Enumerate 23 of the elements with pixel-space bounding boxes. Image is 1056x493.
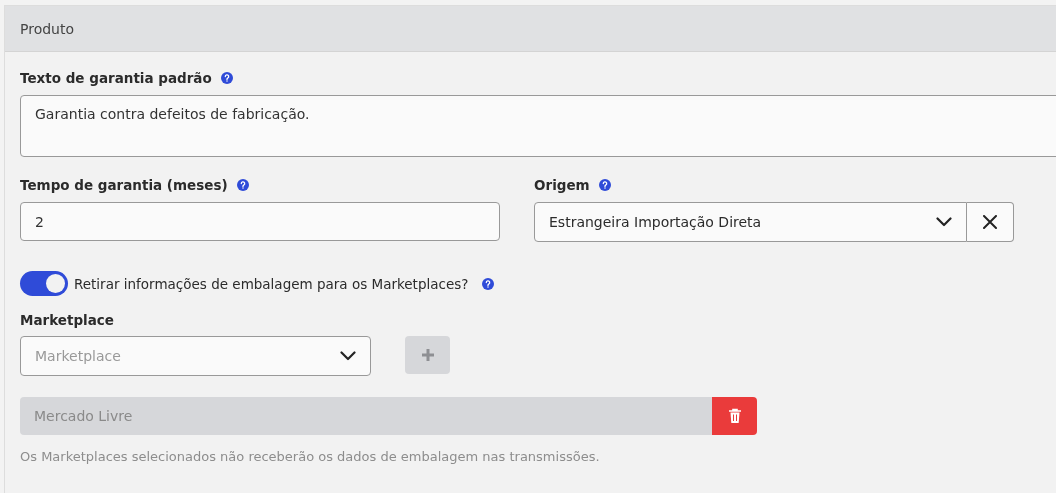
field-label: Texto de garantia padrão: [20, 70, 212, 86]
help-icon[interactable]: [482, 277, 495, 290]
help-text: Os Marketplaces selecionados não receberão os dados de embalagem nas transmissões.: [20, 449, 601, 464]
close-icon: [983, 215, 997, 229]
panel-header: Produto: [5, 6, 1056, 52]
field-label: Origem: [534, 177, 590, 193]
field-label: Tempo de garantia (meses): [20, 177, 228, 193]
delete-button[interactable]: [712, 397, 757, 435]
chevron-down-icon: [936, 217, 952, 227]
toggle-label: Retirar informações de embalagem para os Marketplaces?: [74, 275, 469, 292]
chevron-down-icon: [340, 351, 356, 361]
trash-icon: [727, 408, 742, 424]
plus-icon: [420, 348, 435, 362]
origin-select[interactable]: Estrangeira Importação Direta: [534, 202, 967, 242]
help-icon[interactable]: [236, 179, 249, 191]
toggle-switch[interactable]: [20, 271, 68, 296]
clear-button[interactable]: [967, 202, 1014, 242]
help-icon[interactable]: [220, 72, 233, 84]
help-icon[interactable]: [598, 179, 611, 191]
marketplace-item: Mercado Livre: [20, 397, 712, 435]
warranty-time-field[interactable]: 2: [20, 202, 500, 241]
field-label: Marketplace: [20, 312, 115, 328]
warranty-text-field[interactable]: Garantia contra defeitos de fabricação.: [20, 95, 1056, 157]
